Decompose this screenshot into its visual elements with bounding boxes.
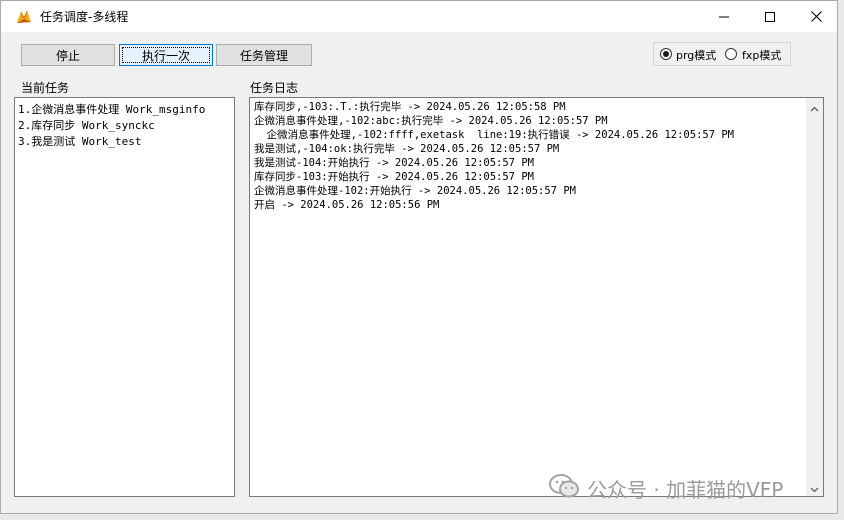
list-item[interactable]: 3.我是测试 Work_test: [18, 134, 234, 150]
window-title: 任务调度-多线程: [40, 10, 129, 24]
current-task-list[interactable]: 1.企微消息事件处理 Work_msginfo 2.库存同步 Work_sync…: [14, 97, 235, 497]
minimize-icon: [719, 12, 729, 22]
fxp-mode-radio[interactable]: [725, 48, 737, 60]
prg-mode-radio[interactable]: [660, 48, 672, 60]
main-window: 任务调度-多线程 停止 执行一次 任务管理 prg模式 fxp模式 当前任务 任…: [0, 0, 838, 514]
scroll-up-button[interactable]: [806, 98, 823, 115]
vfp-fox-icon: [15, 8, 33, 26]
task-log-label: 任务日志: [250, 81, 299, 95]
minimize-button[interactable]: [701, 1, 747, 32]
log-line: 我是测试-104:开始执行 -> 2024.05.26 12:05:57 PM: [254, 157, 534, 169]
list-item[interactable]: 2.库存同步 Work_synckc: [18, 118, 234, 134]
watermark-text: 公众号 · 加菲猫的VFP: [587, 478, 784, 502]
wechat-icon: [549, 473, 587, 504]
current-tasks-label: 当前任务: [21, 81, 70, 95]
scroll-down-button[interactable]: [806, 479, 823, 496]
mode-option-group: prg模式 fxp模式: [653, 42, 791, 66]
log-line: 企微消息事件处理,-102:ffff,exetask line:19:执行错误 …: [254, 129, 735, 141]
run-once-button[interactable]: 执行一次: [119, 44, 213, 66]
log-line: 企微消息事件处理,-102:abc:执行完毕 -> 2024.05.26 12:…: [254, 115, 608, 127]
title-bar[interactable]: 任务调度-多线程: [1, 1, 837, 32]
chevron-up-icon: [810, 98, 819, 116]
log-line: 开启 -> 2024.05.26 12:05:56 PM: [254, 199, 440, 211]
log-scrollbar[interactable]: [806, 98, 823, 496]
close-icon: [810, 11, 822, 22]
log-line: 库存同步-103:开始执行 -> 2024.05.26 12:05:57 PM: [254, 171, 534, 183]
fxp-mode-label[interactable]: fxp模式: [742, 47, 781, 63]
prg-mode-label[interactable]: prg模式: [676, 47, 716, 63]
maximize-button[interactable]: [747, 1, 793, 32]
list-item[interactable]: 1.企微消息事件处理 Work_msginfo: [18, 102, 234, 118]
task-manage-button[interactable]: 任务管理: [216, 44, 312, 66]
watermark: 公众号 · 加菲猫的VFP: [549, 473, 783, 504]
chevron-down-icon: [810, 478, 819, 496]
log-content: 库存同步,-103:.T.:执行完毕 -> 2024.05.26 12:05:5…: [254, 100, 805, 212]
log-line: 我是测试,-104:ok:执行完毕 -> 2024.05.26 12:05:57…: [254, 143, 560, 155]
log-line: 企微消息事件处理-102:开始执行 -> 2024.05.26 12:05:57…: [254, 185, 576, 197]
stop-button[interactable]: 停止: [21, 44, 115, 66]
task-log-textarea[interactable]: 库存同步,-103:.T.:执行完毕 -> 2024.05.26 12:05:5…: [249, 97, 824, 497]
log-line: 库存同步,-103:.T.:执行完毕 -> 2024.05.26 12:05:5…: [254, 101, 566, 113]
maximize-icon: [765, 11, 775, 22]
close-button[interactable]: [793, 1, 837, 32]
